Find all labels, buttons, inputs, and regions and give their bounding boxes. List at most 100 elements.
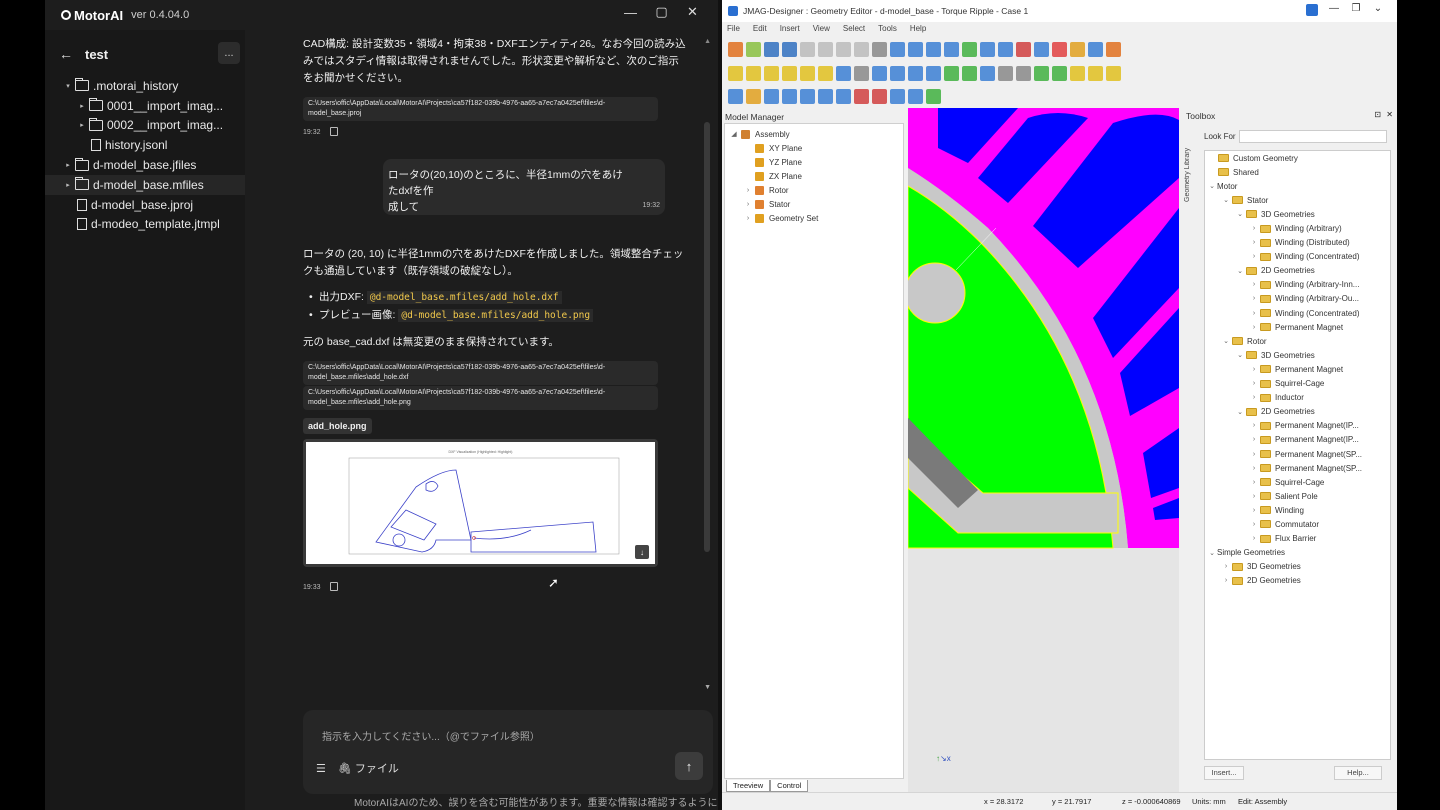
file-tree-item[interactable]: d-modeo_template.jtmpl xyxy=(45,215,245,235)
menu-help[interactable]: Help xyxy=(910,22,926,37)
toolbar-tool-icon[interactable] xyxy=(818,65,833,81)
scroll-up-arrow-icon[interactable]: ▲ xyxy=(704,38,711,45)
send-button[interactable]: ↑ xyxy=(675,752,703,780)
toolbox-close-icon[interactable]: ✕ xyxy=(1386,110,1393,119)
prompt-input-box[interactable]: 指示を入力してください...（@でファイル参照） ☰ 🖇 ファイル ↑ xyxy=(303,710,713,794)
toolbar-tool-icon[interactable] xyxy=(764,88,779,104)
toolbar-tool-icon[interactable] xyxy=(854,88,869,104)
look-for-input[interactable] xyxy=(1239,130,1387,143)
expand-arrow-icon[interactable]: › xyxy=(1221,577,1231,584)
back-arrow-icon[interactable]: ← xyxy=(55,43,77,65)
expand-arrow-icon[interactable]: › xyxy=(1249,521,1259,528)
toolbar-tool-icon[interactable] xyxy=(998,41,1013,57)
attach-file-button[interactable]: 🖇 ファイル xyxy=(338,760,399,776)
toolbox-tree-item[interactable]: › Winding xyxy=(1205,503,1390,517)
toolbar-tool-icon[interactable] xyxy=(962,65,977,81)
chevron-right-icon[interactable]: ▸ xyxy=(77,102,87,110)
toolbar-tool-icon[interactable] xyxy=(1088,41,1103,57)
options-sliders-icon[interactable]: ☰ xyxy=(316,762,326,775)
toolbar-tool-icon[interactable] xyxy=(800,88,815,104)
expand-arrow-icon[interactable]: › xyxy=(743,215,753,222)
toolbox-tree-item[interactable]: › Permanent Magnet(IP... xyxy=(1205,419,1390,433)
toolbar-tool-icon[interactable] xyxy=(1052,41,1067,57)
toolbox-tree-item[interactable]: ⌄ Motor xyxy=(1205,179,1390,193)
toolbox-tree-item[interactable]: › 2D Geometries xyxy=(1205,574,1390,588)
model-tree-item[interactable]: XY Plane xyxy=(725,141,903,155)
expand-arrow-icon[interactable]: › xyxy=(1249,493,1259,500)
file-tree-item[interactable]: ▸ 0002__import_imag... xyxy=(45,116,245,136)
chevron-right-icon[interactable]: ▸ xyxy=(77,121,87,129)
toolbar-tool-icon[interactable] xyxy=(998,65,1013,81)
toolbox-tree-item[interactable]: ⌄ Simple Geometries xyxy=(1205,546,1390,560)
toolbar-tool-icon[interactable] xyxy=(890,65,905,81)
toolbar-tool-icon[interactable] xyxy=(962,41,977,57)
toolbox-tree-item[interactable]: › Permanent Magnet xyxy=(1205,320,1390,334)
toolbox-tree-item[interactable]: › Winding (Concentrated) xyxy=(1205,250,1390,264)
menu-insert[interactable]: Insert xyxy=(780,22,800,37)
toolbar-tool-icon[interactable] xyxy=(908,41,923,57)
toolbar-tool-icon[interactable] xyxy=(872,65,887,81)
menu-file[interactable]: File xyxy=(727,22,740,37)
toolbar-tool-icon[interactable] xyxy=(818,41,833,57)
toolbar-tool-icon[interactable] xyxy=(980,65,995,81)
expand-arrow-icon[interactable]: ⌄ xyxy=(1235,351,1245,359)
toolbar-tool-icon[interactable] xyxy=(1034,41,1049,57)
file-path-box[interactable]: C:\Users\offic\AppData\Local\MotorAI\Pro… xyxy=(303,97,658,121)
expand-arrow-icon[interactable]: › xyxy=(1249,436,1259,443)
toolbar-tool-icon[interactable] xyxy=(890,88,905,104)
toolbar-tool-icon[interactable] xyxy=(1088,65,1103,81)
toolbar-tool-icon[interactable] xyxy=(836,41,851,57)
toolbox-tree-item[interactable]: › Permanent Magnet(SP... xyxy=(1205,447,1390,461)
expand-arrow-icon[interactable]: › xyxy=(1249,225,1259,232)
expand-arrow-icon[interactable]: › xyxy=(1249,281,1259,288)
toolbox-tree-item[interactable]: › Winding (Arbitrary) xyxy=(1205,221,1390,235)
toolbar-tool-icon[interactable] xyxy=(782,88,797,104)
menu-select[interactable]: Select xyxy=(843,22,865,37)
toolbar-tool-icon[interactable] xyxy=(926,65,941,81)
toolbox-tree-item[interactable]: ⌄ 3D Geometries xyxy=(1205,348,1390,362)
toolbar-tool-icon[interactable] xyxy=(764,65,779,81)
expand-arrow-icon[interactable]: ⌄ xyxy=(1221,337,1231,345)
expand-arrow-icon[interactable]: › xyxy=(1249,535,1259,542)
toolbox-tree-item[interactable]: Shared xyxy=(1205,165,1390,179)
tab-treeview[interactable]: Treeview xyxy=(726,780,771,792)
menu-tools[interactable]: Tools xyxy=(878,22,897,37)
toolbar-tool-icon[interactable] xyxy=(782,65,797,81)
chat-scrollbar[interactable] xyxy=(704,122,710,552)
expand-arrow-icon[interactable]: › xyxy=(1249,451,1259,458)
toolbox-tree-item[interactable]: › Salient Pole xyxy=(1205,489,1390,503)
toolbar-tool-icon[interactable] xyxy=(1034,65,1049,81)
toolbar-tool-icon[interactable] xyxy=(1070,41,1085,57)
chevron-down-icon[interactable]: ▾ xyxy=(63,82,73,90)
toolbar-tool-icon[interactable] xyxy=(782,41,797,57)
toolbox-tree-item[interactable]: › Winding (Arbitrary-Ou... xyxy=(1205,292,1390,306)
tab-control[interactable]: Control xyxy=(770,780,809,792)
copy-icon[interactable] xyxy=(330,127,338,136)
insert-button[interactable]: Insert... xyxy=(1204,766,1244,780)
toolbox-tree-item[interactable]: › Permanent Magnet(IP... xyxy=(1205,433,1390,447)
toolbar-tool-icon[interactable] xyxy=(908,88,923,104)
expand-arrow-icon[interactable]: › xyxy=(743,201,753,208)
download-icon[interactable]: ↓ xyxy=(635,545,649,559)
toolbar-tool-icon[interactable] xyxy=(872,88,887,104)
expand-arrow-icon[interactable]: › xyxy=(1249,239,1259,246)
toolbar-tool-icon[interactable] xyxy=(836,88,851,104)
toolbox-tree-item[interactable]: ⌄ 3D Geometries xyxy=(1205,207,1390,221)
toolbar-tool-icon[interactable] xyxy=(908,65,923,81)
toolbar-tool-icon[interactable] xyxy=(926,88,941,104)
model-tree-item[interactable]: › Rotor xyxy=(725,183,903,197)
file-tree-item[interactable]: ▸ 0001__import_imag... xyxy=(45,96,245,116)
toolbar-tool-icon[interactable] xyxy=(872,41,887,57)
expand-arrow-icon[interactable]: › xyxy=(1249,310,1259,317)
toolbar-tool-icon[interactable] xyxy=(746,41,761,57)
toolbar-tool-icon[interactable] xyxy=(728,41,743,57)
expand-arrow-icon[interactable]: › xyxy=(1249,422,1259,429)
toolbar-tool-icon[interactable] xyxy=(854,65,869,81)
toolbox-tree-item[interactable]: Custom Geometry xyxy=(1205,151,1390,165)
toolbox-tree-item[interactable]: › Permanent Magnet(SP... xyxy=(1205,461,1390,475)
toolbar-tool-icon[interactable] xyxy=(1016,41,1031,57)
expand-arrow-icon[interactable]: › xyxy=(1249,253,1259,260)
scroll-down-arrow-icon[interactable]: ▼ xyxy=(704,684,711,691)
expand-arrow-icon[interactable]: ⌄ xyxy=(1207,549,1217,557)
toolbox-tree-item[interactable]: ⌄ 2D Geometries xyxy=(1205,264,1390,278)
